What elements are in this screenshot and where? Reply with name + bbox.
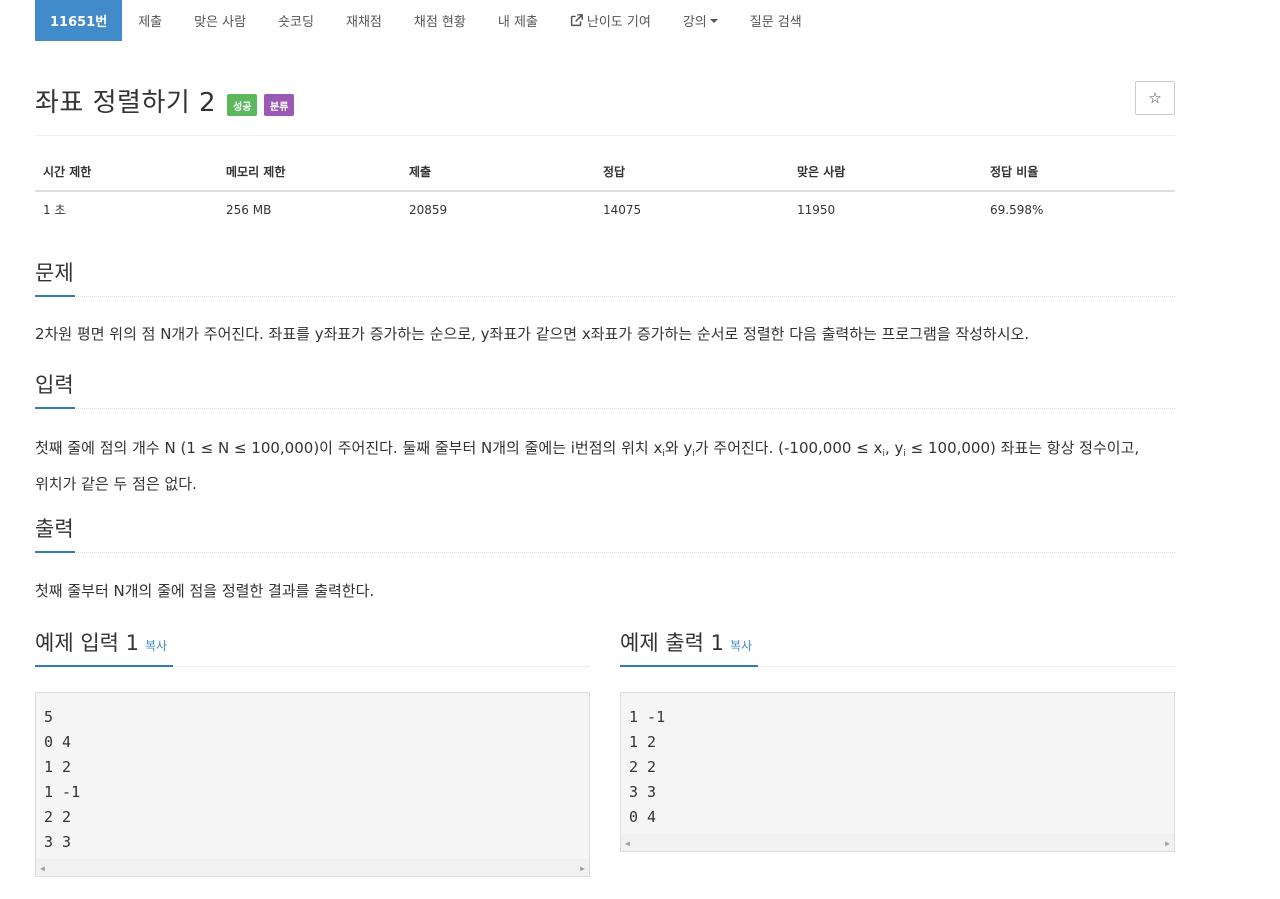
code-line: 0 4	[629, 808, 657, 826]
nav-label: 질문 검색	[749, 15, 802, 30]
divider	[35, 296, 1175, 297]
input-description-line: 위치가 같은 두 점은 없다.	[35, 475, 197, 493]
copy-input-button[interactable]: 복사	[145, 639, 167, 653]
problem-section-header: 문제	[35, 257, 1175, 297]
section-underline	[35, 407, 75, 409]
problem-description: 2차원 평면 위의 점 N개가 주어진다. 좌표를 y좌표가 증가하는 순으로,…	[35, 325, 1030, 343]
col-submissions: 제출	[401, 153, 595, 192]
nav-lectures-dropdown[interactable]: 강의	[667, 0, 734, 41]
section-title: 문제	[35, 261, 74, 285]
table-header-row: 시간 제한 메모리 제한 제출 정답 맞은 사람 정답 비율	[35, 153, 1175, 192]
tags-badge[interactable]: 분류	[264, 94, 295, 116]
col-time-limit: 시간 제한	[35, 153, 218, 192]
nav-status[interactable]: 채점 현황	[398, 0, 482, 41]
section-underline	[35, 295, 75, 297]
code-line: 5	[44, 708, 54, 726]
caret-down-icon	[709, 18, 718, 23]
code-line: 1 -1	[44, 783, 81, 801]
nav-my-submissions[interactable]: 내 제출	[482, 0, 554, 41]
problem-nav: 11651번 제출 맞은 사람 숏코딩 재채점 채점 현황 내 제출 난이도 기…	[35, 0, 818, 41]
col-accepted: 정답	[595, 153, 789, 192]
sample-input-title: 예제 입력 1 복사	[35, 627, 167, 657]
scroll-right-icon[interactable]: ▶	[580, 864, 585, 873]
sample-title-text: 예제 입력 1	[35, 631, 139, 655]
divider	[35, 135, 1175, 136]
input-description-line: 첫째 줄에 점의 개수 N (1 ≤ N ≤ 100,000)이 주어진다. 둘…	[35, 433, 1175, 469]
sample-output-title: 예제 출력 1 복사	[620, 627, 752, 657]
section-title: 입력	[35, 373, 74, 397]
accepted-value: 14075	[603, 202, 642, 217]
divider	[35, 552, 1175, 553]
code-line: 3 3	[629, 783, 657, 801]
nav-label: 제출	[138, 15, 163, 30]
nav-label: 내 제출	[497, 15, 538, 30]
nav-label: 채점 현황	[413, 15, 466, 30]
problem-header: 좌표 정렬하기 2 성공 분류 ☆	[35, 78, 1175, 122]
nav-label: 강의	[682, 15, 707, 30]
problem-info-table: 시간 제한 메모리 제한 제출 정답 맞은 사람 정답 비율 1 초 256 M…	[35, 153, 1175, 227]
submissions-value: 20859	[409, 202, 448, 217]
col-memory-limit: 메모리 제한	[218, 153, 401, 192]
code-line: 1 2	[629, 733, 657, 751]
nav-submit[interactable]: 제출	[122, 0, 178, 41]
code-line: 0 4	[44, 733, 72, 751]
sample-input-lines: 5 0 4 1 2 1 -1 2 2 3 3	[36, 693, 589, 859]
scroll-left-icon[interactable]: ◀	[40, 864, 45, 873]
code-line: 2 2	[44, 808, 72, 826]
nav-rejudge[interactable]: 재채점	[330, 0, 398, 41]
code-line: 3 3	[44, 833, 72, 851]
time-limit-value: 1 초	[43, 203, 66, 217]
page-title: 좌표 정렬하기 2	[35, 88, 217, 118]
nav-label: 숏코딩	[278, 15, 314, 30]
nav-problem-number[interactable]: 11651번	[35, 0, 123, 41]
favorite-button[interactable]: ☆	[1135, 81, 1175, 115]
col-accept-ratio: 정답 비율	[982, 153, 1175, 192]
code-line: 1 2	[44, 758, 72, 776]
horizontal-scrollbar[interactable]: ◀ ▶	[36, 859, 589, 876]
output-section-header: 출력	[35, 513, 1175, 553]
nav-short-coding[interactable]: 숏코딩	[262, 0, 330, 41]
memory-limit-value: 256 MB	[226, 202, 272, 217]
input-description: 첫째 줄에 점의 개수 N (1 ≤ N ≤ 100,000)이 주어진다. 둘…	[35, 433, 1175, 499]
accepted-users-value: 11950	[797, 202, 836, 217]
sample-output-header: 예제 출력 1 복사	[620, 627, 1175, 667]
horizontal-scrollbar[interactable]: ◀ ▶	[621, 834, 1174, 851]
nav-difficulty-contribution[interactable]: 난이도 기여	[554, 0, 667, 41]
text-span: 첫째 줄에 점의 개수 N (1 ≤ N ≤ 100,000)이 주어진다. 둘…	[35, 439, 663, 457]
scroll-right-icon[interactable]: ▶	[1165, 839, 1170, 848]
star-icon: ☆	[1148, 89, 1162, 107]
text-span: 와 y	[664, 439, 693, 457]
nav-accepted-users[interactable]: 맞은 사람	[178, 0, 262, 41]
scroll-left-icon[interactable]: ◀	[625, 839, 630, 848]
input-section-header: 입력	[35, 369, 1175, 409]
code-line: 1 -1	[629, 708, 666, 726]
sample-input-box[interactable]: 5 0 4 1 2 1 -1 2 2 3 3 ◀ ▶	[35, 692, 590, 877]
nav-label: 재채점	[345, 15, 382, 30]
output-description: 첫째 줄부터 N개의 줄에 점을 정렬한 결과를 출력한다.	[35, 582, 375, 600]
text-span: , y	[884, 439, 904, 457]
text-span: 가 주어진다. (-100,000 ≤ x	[694, 439, 883, 457]
code-line: 2 2	[629, 758, 657, 776]
section-underline	[35, 665, 173, 667]
accept-ratio-value: 69.598%	[990, 202, 1044, 217]
section-underline	[35, 551, 75, 553]
section-underline	[620, 665, 758, 667]
external-link-icon	[570, 14, 583, 27]
sample-output-lines: 1 -1 1 2 2 2 3 3 0 4	[621, 693, 1174, 834]
nav-question-search[interactable]: 질문 검색	[734, 0, 818, 41]
sample-input-header: 예제 입력 1 복사	[35, 627, 590, 667]
nav-label: 11651번	[50, 15, 108, 30]
status-badge-success: 성공	[227, 94, 258, 116]
sample-title-text: 예제 출력 1	[620, 631, 724, 655]
table-row: 1 초 256 MB 20859 14075 11950 69.598%	[35, 191, 1175, 227]
text-span: ≤ 100,000) 좌표는 항상 정수이고,	[905, 439, 1140, 457]
divider	[35, 408, 1175, 409]
nav-label: 맞은 사람	[194, 15, 247, 30]
section-title: 출력	[35, 517, 74, 541]
nav-label: 난이도 기여	[586, 15, 651, 30]
sample-output-box[interactable]: 1 -1 1 2 2 2 3 3 0 4 ◀ ▶	[620, 692, 1175, 852]
copy-output-button[interactable]: 복사	[730, 639, 752, 653]
col-accepted-users: 맞은 사람	[789, 153, 982, 192]
